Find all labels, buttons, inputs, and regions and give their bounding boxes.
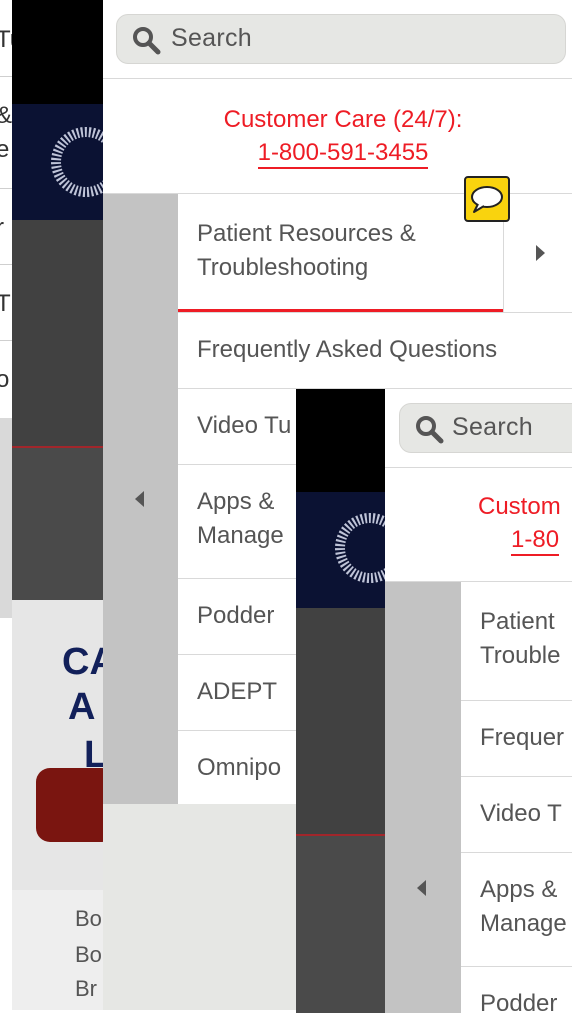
menu-item-label: Podder: [197, 602, 275, 629]
customer-care-phone-link[interactable]: 1-800-591-3455: [257, 139, 429, 169]
menu-item-label: Frequer: [480, 724, 565, 751]
logo-ring-icon: [51, 127, 103, 197]
bg-fragment: &: [0, 102, 12, 130]
dark-panel: [12, 220, 103, 446]
menu-item-label: Video T: [480, 800, 562, 827]
menu-item-video-tutorials[interactable]: Video T: [461, 776, 572, 852]
hero-area: CA A L: [12, 600, 117, 890]
menu-item-label: Patient Resources & Troubleshooting: [197, 220, 416, 281]
search-icon: [133, 27, 161, 55]
menu-item-label: Video Tu: [197, 412, 292, 439]
customer-care-phone-wrap: 1-80: [511, 526, 560, 556]
divider: [385, 467, 572, 468]
menu-item-faq[interactable]: Frequently Asked Questions: [178, 312, 572, 388]
dark-header-block: [12, 0, 103, 104]
link-fragment[interactable]: Bo: [75, 942, 102, 968]
back-rail[interactable]: [385, 582, 461, 1013]
link-fragment[interactable]: Br: [75, 976, 97, 1002]
customer-care-title: Customer Care (24/7):: [223, 106, 463, 133]
menu-item-patient-resources[interactable]: Patient Resources & Troubleshooting: [178, 194, 503, 312]
menu-item-patient-resources[interactable]: Patient Trouble: [461, 582, 572, 700]
triangle-left-icon: [417, 880, 426, 896]
drawer-footer: [103, 804, 303, 1010]
hero-banner: [12, 104, 103, 220]
dark-panel: [12, 448, 103, 600]
nav-drawer: Search Custom 1-80 Patient Trouble Frequ…: [385, 389, 572, 1013]
back-rail[interactable]: [103, 194, 178, 804]
link-list: Bo Bo Br: [12, 890, 103, 1010]
bg-fragment: T: [0, 290, 11, 317]
hero-title-fragment: A: [68, 686, 96, 728]
menu-item-label: Apps & Manage: [197, 488, 284, 549]
customer-care-phone-wrap: 1-800-591-3455: [103, 139, 572, 169]
dark-header-block: [296, 389, 385, 492]
chat-bubble-icon[interactable]: [464, 176, 510, 222]
triangle-right-icon: [536, 245, 545, 261]
customer-care-title: Custom: [478, 493, 561, 520]
link-fragment[interactable]: Bo: [75, 906, 102, 932]
menu-item-faq[interactable]: Frequer: [461, 700, 572, 776]
search-placeholder: Search: [452, 413, 534, 441]
menu-item-label: Omnipo: [197, 754, 282, 781]
menu-item-label: Podder: [480, 990, 558, 1013]
bg-fragment: r: [0, 214, 4, 242]
search-icon: [416, 416, 444, 444]
divider: [103, 78, 572, 79]
menu-item-podder[interactable]: Podder: [461, 966, 572, 1013]
menu-item-apps[interactable]: Apps & Manage: [461, 852, 572, 966]
menu-item-label: Frequently Asked Questions: [197, 336, 498, 363]
menu-item-label: Patient Trouble: [480, 608, 561, 669]
screen-2: Search Custom 1-80 Patient Trouble Frequ…: [296, 389, 572, 1013]
bg-fragment: e: [0, 136, 10, 163]
search-placeholder: Search: [171, 24, 253, 52]
search-input[interactable]: Search: [399, 403, 572, 453]
hero-banner: [296, 492, 385, 608]
bg-fragment: o: [0, 366, 10, 393]
chat-bubble-glyph: [471, 186, 503, 213]
menu-item-label: ADEPT: [197, 678, 278, 705]
dark-panel: [296, 836, 385, 1013]
customer-care-phone-link[interactable]: 1-80: [511, 526, 560, 556]
submenu-expand-button[interactable]: [503, 194, 572, 312]
dark-panel: [296, 608, 385, 834]
triangle-left-icon: [135, 491, 144, 507]
menu-item-label: Apps & Manage: [480, 876, 567, 937]
logo-ring-icon: [335, 513, 385, 583]
search-input[interactable]: Search: [116, 14, 566, 64]
